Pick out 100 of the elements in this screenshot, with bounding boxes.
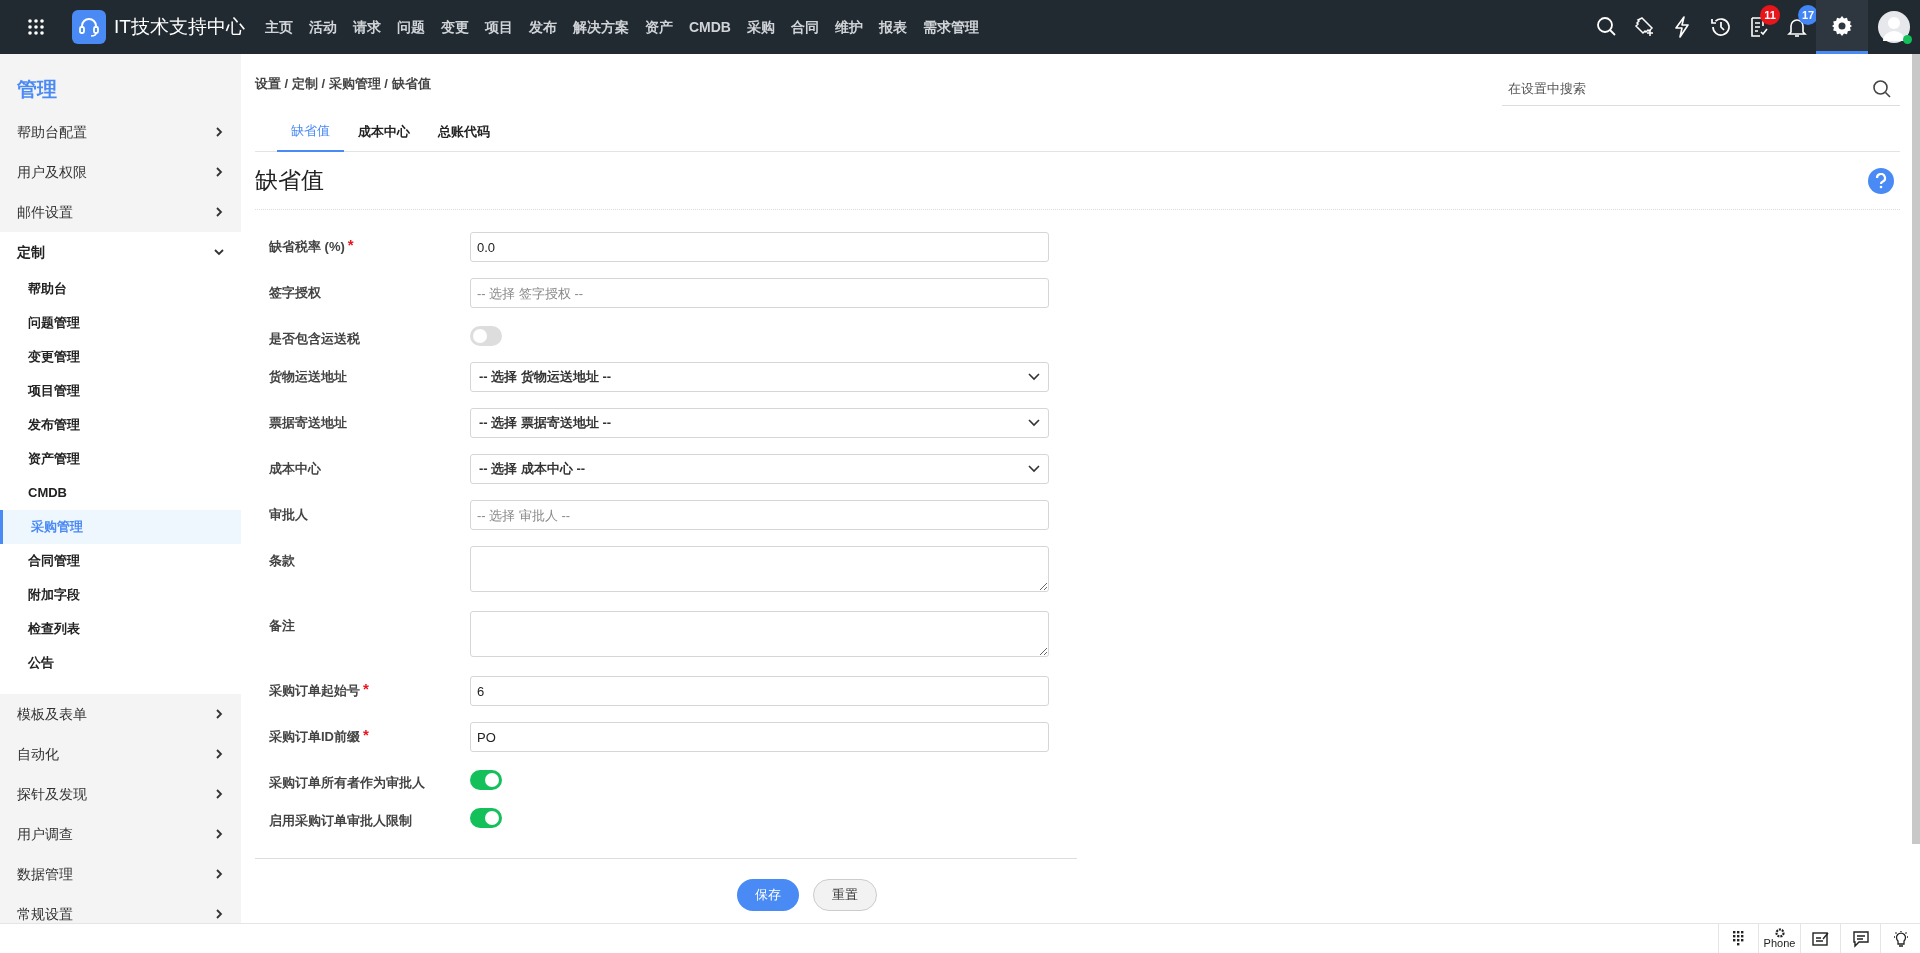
- nav-link[interactable]: 采购: [738, 16, 783, 38]
- chevron-right-icon: [214, 829, 224, 839]
- text-field[interactable]: -- 选择 审批人 --: [470, 500, 1049, 530]
- nav-link[interactable]: CMDB: [680, 16, 739, 38]
- sidebar-item[interactable]: 探针及发现: [0, 774, 241, 814]
- chat-icon[interactable]: [1851, 929, 1870, 948]
- toggle-switch[interactable]: [470, 326, 502, 346]
- note-edit-icon[interactable]: [1811, 930, 1830, 947]
- field-label: 缺省税率 (%): [269, 238, 345, 256]
- chevron-down-icon: [1028, 419, 1040, 427]
- sidebar-subitem[interactable]: 项目管理: [0, 374, 241, 408]
- field-label: 审批人: [269, 506, 308, 524]
- phone-button[interactable]: Phone: [1758, 923, 1800, 953]
- dropdown[interactable]: -- 选择 票据寄送地址 --: [470, 408, 1049, 438]
- sidebar-item[interactable]: 定制: [0, 232, 241, 272]
- chevron-down-icon: [214, 247, 224, 257]
- nav-link[interactable]: 问题: [388, 16, 433, 38]
- text-field[interactable]: -- 选择 签字授权 --: [470, 278, 1049, 308]
- nav-link[interactable]: 发布: [520, 16, 565, 38]
- sidebar-item[interactable]: 常规设置: [0, 894, 241, 923]
- required-asterisk: *: [347, 237, 354, 255]
- toolbar-button[interactable]: [1816, 0, 1868, 54]
- text-field[interactable]: 0.0: [470, 232, 1049, 262]
- app-title: IT技术支持中心: [114, 14, 245, 39]
- toggle-switch[interactable]: [470, 770, 502, 790]
- field-label: 票据寄送地址: [269, 414, 347, 432]
- sidebar-heading: 管理: [16, 77, 58, 102]
- tab[interactable]: 总账代码: [424, 112, 504, 152]
- sidebar-subitem[interactable]: 附加字段: [0, 578, 241, 612]
- nav-link[interactable]: 项目: [476, 16, 521, 38]
- nav-link[interactable]: 报表: [870, 16, 915, 38]
- user-avatar[interactable]: [1878, 11, 1910, 43]
- reset-button[interactable]: 重置: [813, 879, 877, 911]
- chevron-right-icon: [214, 749, 224, 759]
- tab[interactable]: 缺省值: [277, 112, 344, 152]
- nav-link[interactable]: 需求管理: [914, 16, 987, 38]
- sidebar-subitem[interactable]: 问题管理: [0, 306, 241, 340]
- sidebar-subitem[interactable]: 检查列表: [0, 612, 241, 646]
- section-title: 缺省值: [255, 166, 324, 196]
- toolbar-button[interactable]: 11: [1740, 0, 1778, 54]
- sidebar-subitem[interactable]: 帮助台: [0, 272, 241, 306]
- tab[interactable]: 成本中心: [344, 112, 424, 152]
- logo-icon[interactable]: [72, 10, 106, 44]
- nav-link[interactable]: 解决方案: [564, 16, 637, 38]
- search-icon[interactable]: [1872, 79, 1892, 99]
- nav-link[interactable]: 变更: [432, 16, 477, 38]
- chevron-right-icon: [214, 167, 224, 177]
- sidebar-item[interactable]: 模板及表单: [0, 694, 241, 734]
- nav-link[interactable]: 主页: [256, 16, 301, 38]
- dropdown[interactable]: -- 选择 货物运送地址 --: [470, 362, 1049, 392]
- apps-grid-icon[interactable]: [27, 18, 45, 36]
- dialpad-icon[interactable]: [1732, 931, 1745, 946]
- scrollbar[interactable]: [1912, 54, 1920, 844]
- sidebar-item[interactable]: 邮件设置: [0, 192, 241, 232]
- search-field[interactable]: 在设置中搜索: [1502, 72, 1900, 106]
- chevron-right-icon: [214, 127, 224, 137]
- chevron-down-icon: [1028, 373, 1040, 381]
- required-asterisk: *: [363, 681, 369, 699]
- sidebar-subitem[interactable]: 公告: [0, 646, 241, 680]
- required-asterisk: *: [363, 727, 369, 745]
- count-badge: 17: [1798, 5, 1818, 25]
- field-label: 成本中心: [269, 460, 321, 478]
- nav-link[interactable]: 请求: [344, 16, 389, 38]
- field-label: 采购订单ID前缀: [269, 728, 360, 746]
- count-badge: 11: [1760, 5, 1780, 25]
- sidebar-item[interactable]: 用户及权限: [0, 152, 241, 192]
- help-icon[interactable]: [1868, 167, 1894, 194]
- field-label: 条款: [269, 552, 295, 570]
- dropdown[interactable]: -- 选择 成本中心 --: [470, 454, 1049, 484]
- sidebar-item[interactable]: 自动化: [0, 734, 241, 774]
- chevron-right-icon: [214, 207, 224, 217]
- text-field[interactable]: 6: [470, 676, 1049, 706]
- field-label: 货物运送地址: [269, 368, 347, 386]
- field-label: 签字授权: [269, 284, 321, 302]
- nav-link[interactable]: 活动: [300, 16, 345, 38]
- field-label: 备注: [269, 617, 295, 635]
- field-label: 采购订单所有者作为审批人: [269, 774, 425, 792]
- nav-link[interactable]: 资产: [636, 16, 681, 38]
- sidebar-subitem[interactable]: CMDB: [0, 476, 241, 510]
- chevron-right-icon: [214, 869, 224, 879]
- chevron-right-icon: [214, 909, 224, 919]
- sidebar-item[interactable]: 帮助台配置: [0, 112, 241, 152]
- field-label: 是否包含运送税: [269, 330, 360, 348]
- sidebar-subitem[interactable]: 合同管理: [0, 544, 241, 578]
- sidebar-item[interactable]: 用户调查: [0, 814, 241, 854]
- sidebar-item[interactable]: 数据管理: [0, 854, 241, 894]
- nav-link[interactable]: 维护: [826, 16, 871, 38]
- text-field[interactable]: PO: [470, 722, 1049, 752]
- chevron-right-icon: [214, 709, 224, 719]
- sidebar-subitem[interactable]: 发布管理: [0, 408, 241, 442]
- chevron-down-icon: [1028, 465, 1040, 473]
- toggle-switch[interactable]: [470, 808, 502, 828]
- lightbulb-icon[interactable]: [1891, 929, 1910, 948]
- history-icon[interactable]: [1709, 15, 1733, 39]
- sidebar-subitem[interactable]: 变更管理: [0, 340, 241, 374]
- field-label: 启用采购订单审批人限制: [269, 812, 412, 830]
- field-label: 采购订单起始号: [269, 682, 360, 700]
- sidebar-subitem[interactable]: 资产管理: [0, 442, 241, 476]
- chevron-right-icon: [214, 789, 224, 799]
- nav-link[interactable]: 合同: [782, 16, 827, 38]
